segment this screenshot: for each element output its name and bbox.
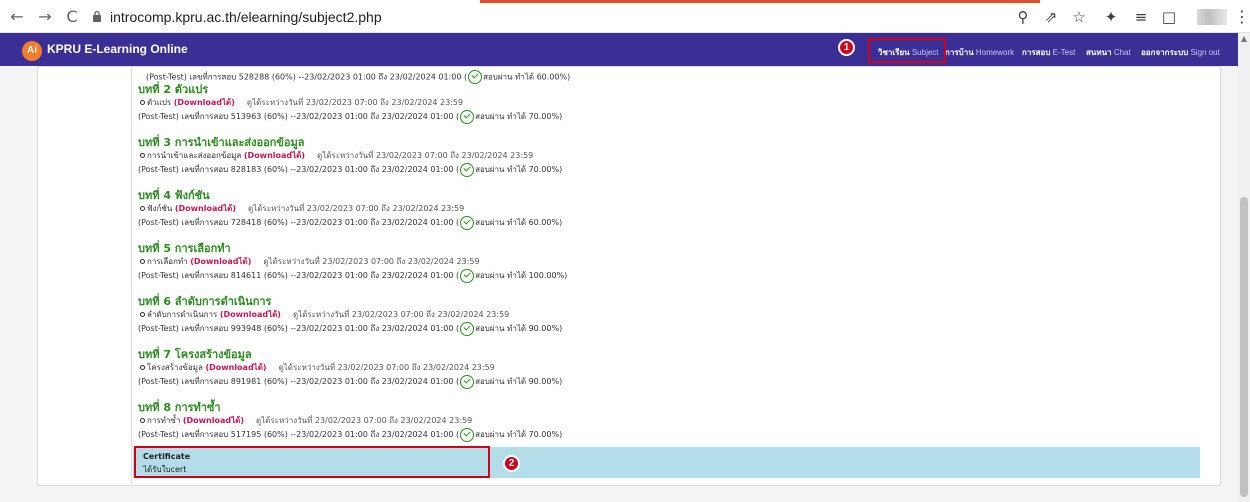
scroll-thumb[interactable] <box>1240 197 1248 497</box>
lesson-file-name[interactable]: การทำซ้ำ <box>147 416 180 425</box>
browser-menu-icon[interactable]: ⋮ <box>1234 6 1250 28</box>
posttest-line: (Post-Test) เลขที่การสอบ 728418 (60%) --… <box>138 215 562 231</box>
left-column <box>37 66 132 486</box>
availability-text: ดูได้ระหว่างวันที่ 23/02/2023 07:00 ถึง … <box>317 151 534 160</box>
check-icon <box>460 427 475 442</box>
posttest-line: (Post-Test) เลขที่การสอบ 513963 (60%) --… <box>138 109 562 125</box>
forward-button[interactable]: → <box>34 6 56 28</box>
zoom-icon[interactable]: ⚲ <box>1012 6 1034 28</box>
bullet-icon <box>140 312 145 317</box>
lesson-file-name[interactable]: การเลือกทำ <box>147 257 188 266</box>
lesson-title: บทที่ 5 การเลือกทำ <box>138 242 231 255</box>
star-icon[interactable]: ☆ <box>1068 6 1090 28</box>
lesson-title: บทที่ 4 ฟังก์ชัน <box>138 189 210 202</box>
lesson-item: บทที่ 2 ตัวแปรตัวแปร (Downloadได้) ดูได้ร… <box>138 83 562 125</box>
brand-logo: Ai <box>22 41 42 61</box>
bullet-icon <box>140 418 145 423</box>
availability-text: ดูได้ระหว่างวันที่ 23/02/2023 07:00 ถึง … <box>246 98 464 107</box>
nav-etest[interactable]: การสอบ E-Test <box>1022 46 1075 59</box>
step-marker-1: 1 <box>838 39 855 56</box>
availability-text: ดูได้ระหว่างวันที่ 23/02/2023 07:00 ถึง … <box>247 204 465 213</box>
check-icon <box>460 374 475 389</box>
download-link[interactable]: (Downloadได้) <box>190 257 251 266</box>
posttest-line: (Post-Test) เลขที่การสอบ 517195 (60%) --… <box>138 427 562 443</box>
posttest-line: (Post-Test) เลขที่การสอบ 828183 (60%) --… <box>138 162 562 178</box>
lesson-file-name[interactable]: ตัวแปร <box>147 98 171 107</box>
lesson-item: บทที่ 5 การเลือกทำ การเลือกทำ (Downloadได… <box>138 242 567 284</box>
lesson-file-name[interactable]: การนำเข้าและส่งออกข้อมูล <box>147 151 241 160</box>
availability-text: ดูได้ระหว่างวันที่ 23/02/2023 07:00 ถึง … <box>292 310 510 319</box>
download-link[interactable]: (Downloadได้) <box>205 363 266 372</box>
lesson-file: โครงสร้างข้อมูล (Downloadได้) ดูได้ระหว่า… <box>138 362 562 374</box>
lesson-title: บทที่ 2 ตัวแปร <box>138 83 209 96</box>
lesson-item: บทที่ 6 ลำดับการดำเนินการ ลำดับการดำเนินก… <box>138 295 562 337</box>
reload-button[interactable]: C <box>61 6 83 28</box>
posttest-line: (Post-Test) เลขที่การสอบ 891981 (60%) --… <box>138 374 562 390</box>
nav-homework[interactable]: การบ้าน Homework <box>945 46 1014 59</box>
tab-strip-accent <box>480 0 1040 3</box>
avatar[interactable] <box>1197 9 1227 25</box>
lesson-item: บทที่ 3 การนำเข้าและส่งออกข้อมูล การนำเข้… <box>138 136 562 178</box>
lesson-file: ฟังก์ชัน (Downloadได้) ดูได้ระหว่างวันที่… <box>138 203 562 215</box>
bullet-icon <box>140 100 145 105</box>
availability-text: ดูได้ระหว่างวันที่ 23/02/2023 07:00 ถึง … <box>278 363 495 372</box>
site-navbar: Ai KPRU E-Learning Online วิชาเรียน Subj… <box>0 33 1238 66</box>
availability-text: ดูได้ระหว่างวันที่ 23/02/2023 07:00 ถึง … <box>256 416 473 425</box>
lesson-item: บทที่ 7 โครงสร้างข้อมูล โครงสร้างข้อมูล (… <box>138 348 562 390</box>
media-icon[interactable]: ≡ <box>1130 6 1152 28</box>
check-icon <box>460 162 475 177</box>
bullet-icon <box>140 153 145 158</box>
posttest-line: (Post-Test) เลขที่การสอบ 993948 (60%) --… <box>138 321 562 337</box>
step-marker-2: 2 <box>503 455 520 472</box>
lesson-title: บทที่ 7 โครงสร้างข้อมูล <box>138 348 252 361</box>
lesson-item: บทที่ 4 ฟังก์ชันฟังก์ชัน (Downloadได้) ดู… <box>138 189 562 231</box>
lesson-item: บทที่ 8 การทำซ้ำการทำซ้ำ (Downloadได้) ดู… <box>138 401 562 443</box>
download-link[interactable]: (Downloadได้) <box>174 98 235 107</box>
availability-text: ดูได้ระหว่างวันที่ 23/02/2023 07:00 ถึง … <box>263 257 480 266</box>
nav-chat[interactable]: สนทนา Chat <box>1086 46 1131 59</box>
bullet-icon <box>140 259 145 264</box>
check-icon <box>460 268 475 283</box>
lesson-file-name[interactable]: ลำดับการดำเนินการ <box>147 310 217 319</box>
bullet-icon <box>140 365 145 370</box>
brand-title[interactable]: KPRU E-Learning Online <box>47 42 188 56</box>
download-link[interactable]: (Downloadได้) <box>220 310 281 319</box>
lesson-file: ลำดับการดำเนินการ (Downloadได้) ดูได้ระหว… <box>138 309 562 321</box>
extensions-icon[interactable]: ✦ <box>1100 6 1122 28</box>
lesson-file: การทำซ้ำ (Downloadได้) ดูได้ระหว่างวันที่… <box>138 415 562 427</box>
lesson-title: บทที่ 3 การนำเข้าและส่งออกข้อมูล <box>138 136 305 149</box>
check-icon <box>460 321 475 336</box>
lesson-file: การเลือกทำ (Downloadได้) ดูได้ระหว่างวันท… <box>138 256 567 268</box>
download-link[interactable]: (Downloadได้) <box>183 416 244 425</box>
lesson-file: การนำเข้าและส่งออกข้อมูล (Downloadได้) ดู… <box>138 150 562 162</box>
lesson-title: บทที่ 6 ลำดับการดำเนินการ <box>138 295 272 308</box>
bullet-icon <box>140 206 145 211</box>
check-icon <box>460 109 475 124</box>
sidepanel-icon[interactable]: □ <box>1158 6 1180 28</box>
posttest-line: (Post-Test) เลขที่การสอบ 814611 (60%) --… <box>138 268 567 284</box>
share-icon[interactable]: ⇗ <box>1040 6 1062 28</box>
lock-icon <box>93 10 101 22</box>
back-button[interactable]: ← <box>6 6 28 28</box>
lesson-title: บทที่ 8 การทำซ้ำ <box>138 401 221 414</box>
lesson-file-name[interactable]: ฟังก์ชัน <box>147 204 172 213</box>
nav-signout[interactable]: ออกจากระบบ Sign out <box>1141 46 1220 59</box>
lesson-file-name[interactable]: โครงสร้างข้อมูล <box>147 363 203 372</box>
check-icon <box>468 70 483 84</box>
download-link[interactable]: (Downloadได้) <box>244 151 305 160</box>
address-bar[interactable]: introcomp.kpru.ac.th/elearning/subject2.… <box>110 5 382 29</box>
certificate-highlight-box <box>134 446 490 478</box>
subject-highlight-box <box>868 38 946 63</box>
page-scrollbar[interactable]: ▲ <box>1238 33 1250 502</box>
browser-toolbar: ← → C introcomp.kpru.ac.th/elearning/sub… <box>0 0 1250 33</box>
posttest-line: (Post-Test) เลขที่การสอบ 528288 (60%) --… <box>146 70 570 84</box>
scroll-up-icon[interactable]: ▲ <box>1240 35 1248 43</box>
download-link[interactable]: (Downloadได้) <box>175 204 236 213</box>
check-icon <box>460 215 475 230</box>
lesson-file: ตัวแปร (Downloadได้) ดูได้ระหว่างวันที่ 2… <box>138 97 562 109</box>
